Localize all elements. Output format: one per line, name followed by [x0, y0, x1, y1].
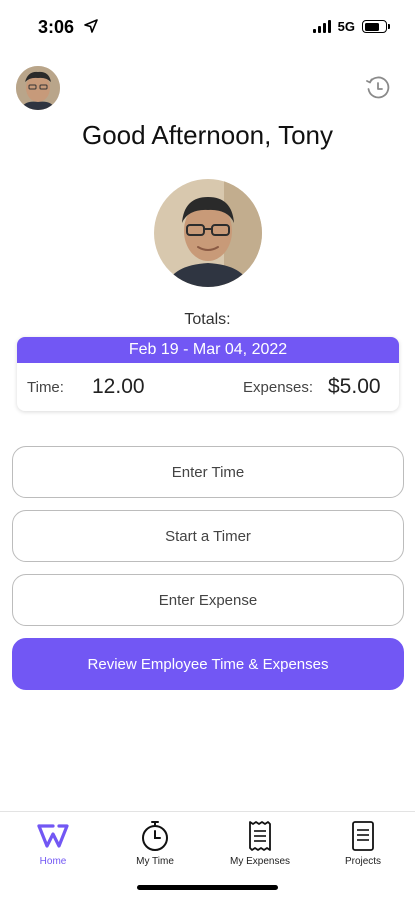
review-employee-button[interactable]: Review Employee Time & Expenses	[12, 638, 404, 690]
home-indicator[interactable]	[137, 885, 278, 890]
enter-expense-button[interactable]: Enter Expense	[12, 574, 404, 626]
time-total-value: 12.00	[92, 375, 145, 398]
tab-my-time-label: My Time	[136, 856, 174, 867]
signal-icon	[312, 20, 331, 33]
tab-my-expenses-label: My Expenses	[229, 856, 291, 867]
status-time: 3:06	[38, 17, 75, 37]
status-bar: 3:06 5G	[0, 0, 415, 56]
battery-icon	[362, 20, 390, 33]
stopwatch-icon	[142, 821, 168, 851]
status-indicators: 5G	[312, 19, 390, 34]
pay-period-label: Feb 19 - Mar 04, 2022	[17, 337, 399, 363]
tab-projects-label: Projects	[344, 856, 382, 867]
profile-avatar-button[interactable]	[16, 66, 60, 110]
tab-home[interactable]: Home	[8, 818, 98, 867]
totals-row: Time: 12.00 Expenses: $5.00	[17, 363, 399, 411]
enter-time-button[interactable]: Enter Time	[12, 446, 404, 498]
tab-my-expenses[interactable]: My Expenses	[215, 818, 305, 867]
avatar-photo	[16, 66, 60, 110]
tab-home-label: Home	[39, 856, 67, 867]
history-clock-icon[interactable]	[364, 74, 392, 102]
tab-my-time[interactable]: My Time	[110, 818, 200, 867]
home-logo-icon	[37, 824, 69, 848]
expenses-total-label: Expenses:	[243, 379, 314, 396]
totals-card: Feb 19 - Mar 04, 2022 Time: 12.00 Expens…	[17, 337, 399, 411]
network-type: 5G	[337, 19, 355, 34]
totals-label: Totals:	[184, 311, 231, 328]
profile-photo	[154, 179, 262, 287]
receipt-icon	[249, 821, 271, 851]
tab-projects[interactable]: Projects	[318, 818, 408, 867]
greeting-heading: Good Afternoon, Tony	[81, 120, 334, 150]
start-timer-button[interactable]: Start a Timer	[12, 510, 404, 562]
document-icon	[352, 821, 374, 851]
location-arrow-icon	[84, 19, 98, 33]
time-total-label: Time:	[27, 379, 64, 396]
expenses-total-value: $5.00	[328, 375, 381, 398]
